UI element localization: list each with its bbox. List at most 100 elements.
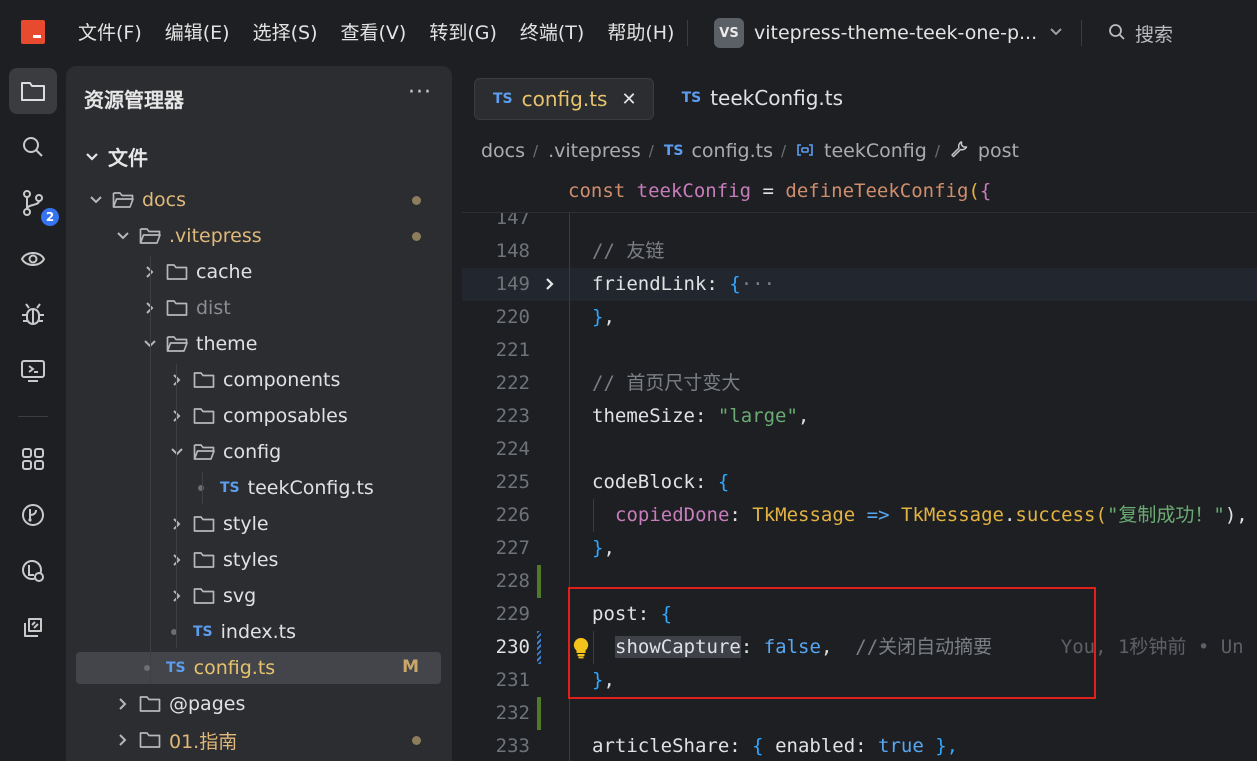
code-token: }, — [923, 735, 959, 757]
code-line[interactable]: 224 — [462, 433, 1257, 466]
bug-icon[interactable] — [9, 292, 57, 338]
chevron-down-icon[interactable] — [88, 195, 104, 205]
chevron-down-icon[interactable] — [115, 231, 131, 241]
timeline-icon[interactable] — [9, 548, 57, 594]
code-line[interactable]: 221 — [462, 334, 1257, 367]
source-control-icon[interactable]: 2 — [9, 180, 59, 226]
chevron-right-icon[interactable] — [169, 589, 185, 603]
menu-selection[interactable]: 选择(S) — [253, 18, 318, 48]
breadcrumb-post[interactable]: post — [978, 140, 1019, 162]
project-switcher[interactable]: VS vitepress-theme-teek-one-p... — [714, 18, 1063, 48]
tree-item-svg[interactable]: svg — [76, 580, 441, 612]
eye-icon[interactable] — [9, 236, 57, 282]
menu-file[interactable]: 文件(F) — [78, 18, 142, 48]
chevron-right-icon[interactable] — [115, 697, 131, 711]
search-label: 搜索 — [1135, 24, 1174, 46]
menu-view[interactable]: 查看(V) — [341, 18, 407, 48]
tree-item-config[interactable]: config — [76, 436, 441, 468]
code-line[interactable]: 222 // 首页尺寸变大 — [462, 367, 1257, 400]
tree-item-teekconfig-ts[interactable]: TS teekConfig.ts — [76, 472, 441, 504]
app-logo-icon[interactable] — [21, 20, 45, 44]
line-number[interactable]: 233 — [462, 730, 530, 761]
line-number[interactable]: 221 — [462, 334, 530, 367]
chevron-right-icon[interactable] — [169, 409, 185, 423]
search-box[interactable]: 搜索 — [1108, 20, 1173, 47]
copilot-icon[interactable] — [9, 604, 57, 650]
tree-item-theme[interactable]: theme — [76, 328, 441, 360]
tree-item-config-ts[interactable]: TS config.ts M — [76, 652, 441, 684]
code-line[interactable]: 232 — [462, 697, 1257, 730]
line-number[interactable]: 223 — [462, 400, 530, 433]
line-number[interactable]: 230 — [462, 631, 530, 664]
remote-explorer-icon[interactable] — [9, 348, 57, 394]
line-number[interactable]: 232 — [462, 697, 530, 730]
section-files-header[interactable]: 文件 — [86, 142, 148, 171]
line-number[interactable]: 148 — [462, 235, 530, 268]
menu-help[interactable]: 帮助(H) — [607, 18, 674, 48]
chevron-right-icon[interactable] — [115, 733, 131, 747]
line-number[interactable]: 220 — [462, 301, 530, 334]
code-token: // 首页尺寸变大 — [592, 372, 741, 394]
extensions-icon[interactable] — [9, 436, 57, 482]
code-line[interactable]: 227}, — [462, 532, 1257, 565]
chevron-right-icon[interactable] — [169, 517, 185, 531]
line-number[interactable]: 227 — [462, 532, 530, 565]
tree-item-styles[interactable]: styles — [76, 544, 441, 576]
git-modified-marker[interactable] — [537, 631, 541, 664]
title-bar: 文件(F) 编辑(E) 选择(S) 查看(V) 转到(G) 终端(T) 帮助(H… — [0, 0, 1257, 66]
git-status-dot — [412, 196, 421, 205]
code-token: articleShare — [592, 735, 730, 757]
tree-item-index-ts[interactable]: TS index.ts — [76, 616, 441, 648]
tab-config-ts[interactable]: TS config.ts ✕ — [474, 78, 654, 120]
line-number[interactable]: 149 — [462, 268, 530, 301]
tree-item-docs[interactable]: docs — [76, 184, 441, 216]
tree-item-dist[interactable]: dist — [76, 292, 441, 324]
code-line[interactable]: 225 codeBlock: { — [462, 466, 1257, 499]
code-line[interactable]: 149 friendLink: {··· — [462, 268, 1257, 301]
line-number[interactable]: 226 — [462, 499, 530, 532]
chevron-right-icon[interactable] — [544, 276, 556, 296]
tab-bar: TS config.ts ✕ TS teekConfig.ts — [474, 78, 869, 120]
more-actions-icon[interactable]: ··· — [408, 80, 432, 105]
indent-guide — [202, 472, 203, 504]
code-line[interactable]: 148 // 友链 — [462, 235, 1257, 268]
menu-terminal[interactable]: 终端(T) — [520, 18, 584, 48]
breadcrumb-vitepress[interactable]: .vitepress — [548, 140, 641, 162]
tree-item-01-指南[interactable]: 01.指南 — [76, 724, 441, 756]
search-icon[interactable] — [9, 124, 57, 170]
git-graph-icon[interactable] — [9, 492, 57, 538]
breadcrumb-teekconfig[interactable]: teekConfig — [824, 140, 927, 162]
line-number[interactable]: 222 — [462, 367, 530, 400]
close-icon[interactable]: ✕ — [621, 89, 636, 110]
chevron-right-icon[interactable] — [169, 553, 185, 567]
tree-item-style[interactable]: style — [76, 508, 441, 540]
tree-item-pages[interactable]: @pages — [76, 688, 441, 720]
tree-item-components[interactable]: components — [76, 364, 441, 396]
code-line[interactable]: 233 articleShare: { enabled: true }, — [462, 730, 1257, 761]
code-line[interactable]: 226 copiedDone: TkMessage => TkMessage.su… — [462, 499, 1257, 532]
chevron-down-icon[interactable] — [169, 447, 185, 457]
tab-teekconfig-ts[interactable]: TS teekConfig.ts — [664, 78, 859, 118]
line-number[interactable]: 224 — [462, 433, 530, 466]
code-line[interactable]: 220}, — [462, 301, 1257, 334]
code-token: : — [729, 735, 753, 757]
git-added-marker[interactable] — [537, 697, 541, 730]
line-number[interactable]: 229 — [462, 598, 530, 631]
git-added-marker[interactable] — [537, 565, 541, 598]
code-token: : — [694, 471, 718, 493]
breadcrumb-config-ts[interactable]: config.ts — [691, 140, 773, 162]
sticky-scroll-line[interactable]: const teekConfig = defineTeekConfig({ — [462, 176, 1257, 213]
tree-item-cache[interactable]: cache — [76, 256, 441, 288]
tree-item-vitepress[interactable]: .vitepress — [76, 220, 441, 252]
line-number[interactable]: 231 — [462, 664, 530, 697]
menu-edit[interactable]: 编辑(E) — [165, 18, 230, 48]
line-number[interactable]: 228 — [462, 565, 530, 598]
titlebar-divider — [687, 20, 688, 46]
tree-item-composables[interactable]: composables — [76, 400, 441, 432]
code-line[interactable]: 223 themeSize: "large", — [462, 400, 1257, 433]
line-number[interactable]: 225 — [462, 466, 530, 499]
breadcrumb-docs[interactable]: docs — [481, 140, 525, 162]
chevron-right-icon[interactable] — [169, 373, 185, 387]
folder-icon[interactable] — [9, 68, 57, 114]
menu-go[interactable]: 转到(G) — [429, 18, 497, 48]
